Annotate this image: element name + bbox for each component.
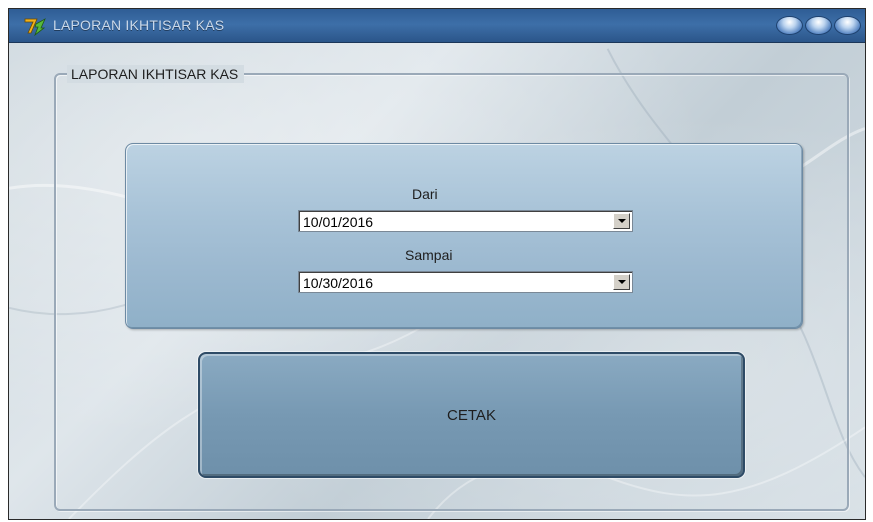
app-icon: [24, 18, 46, 36]
cetak-button[interactable]: CETAK: [198, 352, 745, 478]
report-window: LAPORAN IKHTISAR KAS LAPORAN IKHTISAR KA…: [8, 8, 866, 520]
maximize-icon[interactable]: [805, 16, 832, 35]
chevron-down-icon[interactable]: [613, 213, 630, 229]
title-bar[interactable]: LAPORAN IKHTISAR KAS: [9, 9, 865, 43]
sampai-date-value: 10/30/2016: [303, 275, 374, 291]
close-icon[interactable]: [834, 16, 861, 35]
window-title: LAPORAN IKHTISAR KAS: [53, 17, 225, 33]
dari-date-combo[interactable]: 10/01/2016: [298, 210, 633, 232]
cetak-button-label: CETAK: [447, 406, 496, 424]
minimize-icon[interactable]: [776, 16, 803, 35]
sampai-label: Sampai: [405, 247, 453, 263]
date-range-panel: Dari 10/01/2016 Sampai 10/30/2016: [125, 143, 803, 329]
chevron-down-icon[interactable]: [613, 274, 630, 290]
groupbox-caption: LAPORAN IKHTISAR KAS: [67, 65, 245, 83]
dari-label: Dari: [412, 186, 438, 202]
dari-date-value: 10/01/2016: [303, 214, 374, 230]
window-controls: [776, 16, 861, 35]
sampai-date-combo[interactable]: 10/30/2016: [298, 271, 633, 293]
